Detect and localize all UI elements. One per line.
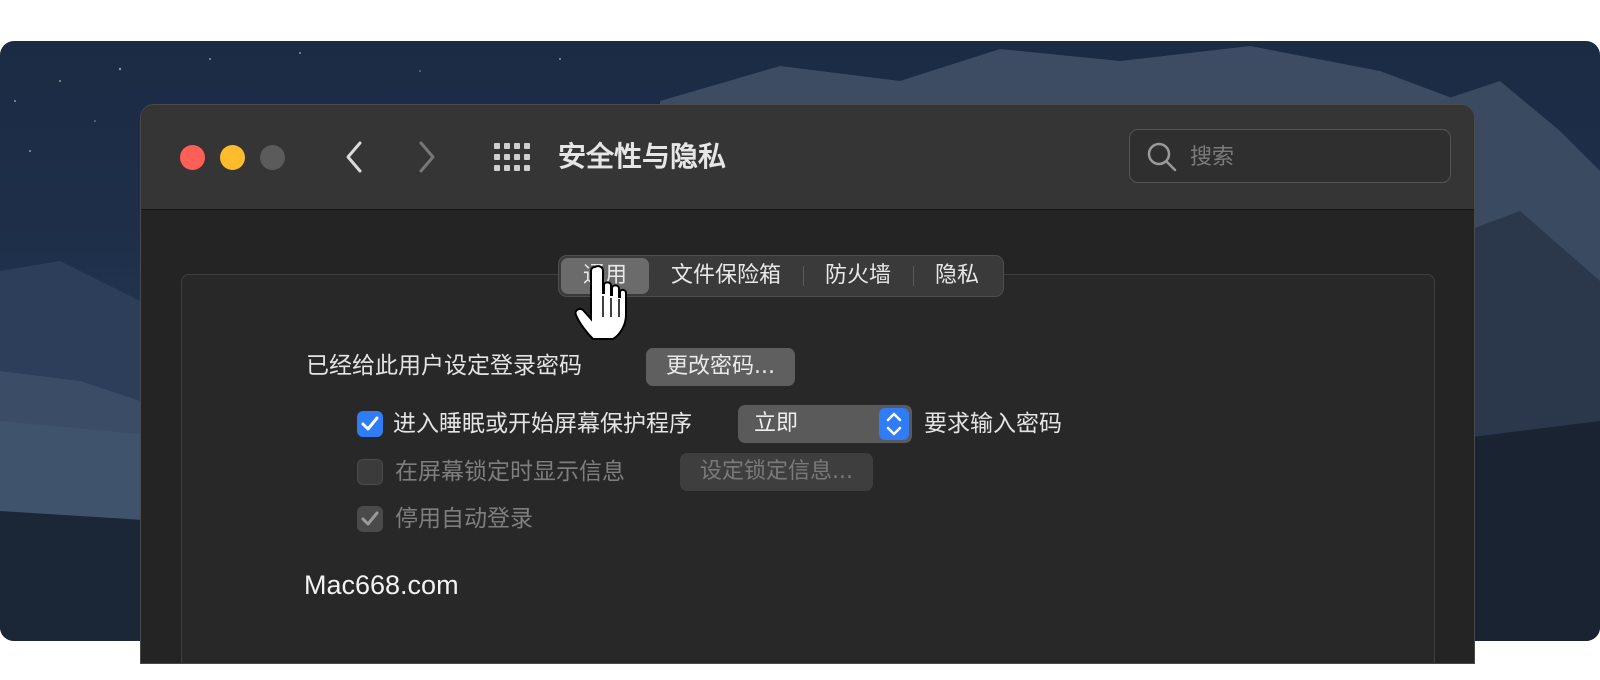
forward-chevron-icon (419, 141, 435, 173)
popup-arrows-icon (879, 408, 909, 440)
search-icon (1147, 142, 1177, 172)
checkmark-icon (361, 416, 379, 431)
title-bar: 安全性与隐私 (141, 105, 1474, 210)
password-delay-value: 立即 (754, 411, 799, 436)
disable-auto-login-checkbox[interactable] (357, 506, 383, 532)
set-lock-message-button[interactable]: 设定锁定信息... (680, 453, 873, 491)
preferences-window: 安全性与隐私 通用 文件保险箱 防火墙 隐私 已经给此用户设定登录密码 更改密码… (140, 104, 1475, 664)
require-password-suffix: 要求输入密码 (924, 411, 1062, 437)
require-password-label: 进入睡眠或开始屏幕保护程序 (393, 411, 692, 437)
show-message-checkbox[interactable] (357, 459, 383, 485)
close-button[interactable] (180, 145, 205, 170)
tab-firewall[interactable]: 防火墙 (803, 258, 913, 294)
zoom-button[interactable] (260, 145, 285, 170)
checkmark-icon (361, 511, 379, 526)
password-set-label: 已经给此用户设定登录密码 (306, 353, 582, 379)
disable-auto-login-label: 停用自动登录 (395, 506, 533, 532)
grid-icon (494, 143, 530, 171)
password-delay-popup[interactable]: 立即 (738, 405, 912, 443)
back-chevron-icon (346, 141, 362, 173)
show-all-button[interactable] (493, 142, 531, 172)
hand-cursor-icon (574, 265, 627, 340)
tab-privacy[interactable]: 隐私 (913, 258, 1001, 294)
search-box[interactable] (1129, 129, 1451, 183)
show-message-label: 在屏幕锁定时显示信息 (395, 459, 625, 485)
tab-filevault[interactable]: 文件保险箱 (649, 258, 803, 294)
minimize-button[interactable] (220, 145, 245, 170)
change-password-button[interactable]: 更改密码... (646, 348, 795, 386)
forward-button[interactable] (409, 137, 445, 177)
back-button[interactable] (336, 137, 372, 177)
watermark-text: Mac668.com (304, 570, 459, 600)
window-title: 安全性与隐私 (558, 140, 727, 173)
require-password-checkbox[interactable] (357, 411, 383, 437)
search-input[interactable] (1188, 140, 1432, 174)
